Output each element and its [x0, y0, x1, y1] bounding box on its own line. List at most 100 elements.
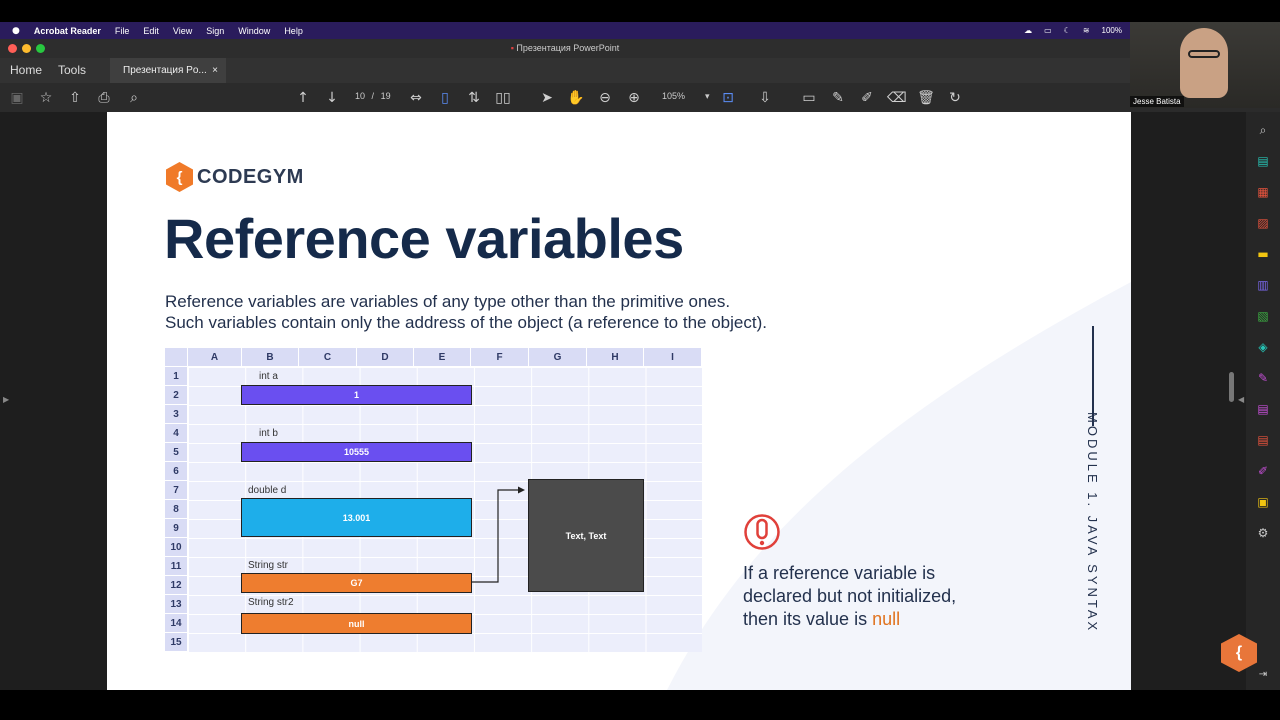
window-title: Презентация PowerPoint — [516, 43, 620, 53]
menu-help[interactable]: Help — [284, 26, 303, 36]
grid-col-header: H — [587, 348, 644, 367]
grid-col-header: I — [644, 348, 702, 367]
grid-row-header: 9 — [165, 519, 188, 538]
tab-tools[interactable]: Tools — [58, 63, 86, 77]
send-for-review-icon[interactable]: ✐ — [1255, 463, 1271, 479]
undo-icon[interactable]: ↻ — [946, 89, 964, 107]
next-page-icon[interactable]: ↓ — [323, 89, 341, 107]
delete-icon[interactable]: 🗑 — [917, 89, 935, 107]
label-string-str: String str — [248, 560, 289, 571]
zoom-select[interactable]: 105% ▾ — [662, 91, 710, 102]
codegym-logo-mark: { — [166, 162, 193, 192]
search-icon[interactable]: ⌕ — [125, 89, 143, 107]
close-window-button[interactable] — [8, 44, 17, 53]
page-fit-icon[interactable]: ⊡ — [719, 89, 737, 107]
toolbar: ▣ ☆ ⇧ ⎙ ⌕ ↑ ↓ 10 / 19 ⇔ ▯ ⇅ ▯▯ ➤ ✋ ⊖ ⊕ 1… — [0, 83, 1280, 112]
wifi-icon[interactable]: ≋ — [1083, 26, 1090, 35]
select-cursor-icon[interactable]: ➤ — [538, 89, 556, 107]
grid-col-header: A — [188, 348, 242, 367]
zoom-window-button[interactable] — [36, 44, 45, 53]
grid-row-header: 8 — [165, 500, 188, 519]
null-keyword: null — [872, 609, 901, 629]
menu-file[interactable]: File — [115, 26, 130, 36]
two-page-icon[interactable]: ▯▯ — [494, 89, 512, 107]
page-separator: / — [371, 91, 375, 101]
mac-menu-bar: ● Acrobat Reader File Edit View Sign Win… — [0, 22, 1130, 39]
scrollbar-thumb[interactable] — [1229, 372, 1234, 402]
warning-icon — [744, 514, 780, 550]
stamp-icon[interactable]: ▣ — [1255, 494, 1271, 510]
slide-title: Reference variables — [164, 207, 684, 270]
presenter-name: Jesse Batista — [1130, 96, 1184, 107]
value-bar-int-b: 10555 — [241, 442, 472, 462]
request-signature-icon[interactable]: ▤ — [1255, 401, 1271, 417]
draw-icon[interactable]: ✐ — [858, 89, 876, 107]
erase-icon[interactable]: ⌫ — [887, 89, 907, 107]
battery-label[interactable]: 100% — [1102, 26, 1122, 35]
zoom-search-icon[interactable]: ⌕ — [1255, 122, 1271, 138]
zoom-out-icon[interactable]: ⊖ — [596, 89, 614, 107]
collapse-panel-icon[interactable]: ⇥ — [1255, 667, 1271, 683]
menu-window[interactable]: Window — [238, 26, 270, 36]
null-note: If a reference variable is declared but … — [743, 562, 973, 631]
tab-document-label: Презентация Po... — [123, 65, 207, 76]
protect-icon[interactable]: ◈ — [1255, 339, 1271, 355]
menu-edit[interactable]: Edit — [143, 26, 159, 36]
upload-cloud-icon[interactable]: ⇧ — [66, 89, 84, 107]
edit-pdf-icon[interactable]: ▤ — [1255, 153, 1271, 169]
slide-description-line-1: Reference variables are variables of any… — [165, 292, 731, 311]
right-panel-toggle-icon[interactable]: ◀ — [1238, 395, 1244, 404]
grid-row-header: 12 — [165, 576, 188, 595]
right-tools-panel: ⌕ ▤ ▦ ▨ ▬ ▥ ▧ ◈ ✎ ▤ ▤ ✐ ▣ ⚙ ⇥ — [1246, 112, 1280, 690]
minimize-window-button[interactable] — [22, 44, 31, 53]
grid-row-header: 1 — [165, 367, 188, 386]
value-bar-string-str2: null — [241, 613, 472, 634]
webcam-feed: Jesse Batista — [1130, 22, 1280, 108]
page-indicator[interactable]: 10 / 19 — [355, 91, 391, 101]
tab-document[interactable]: Презентация Po... × — [110, 58, 226, 83]
comment-icon[interactable]: ▭ — [800, 89, 818, 107]
display-icon[interactable]: ▭ — [1044, 26, 1052, 35]
read-mode-icon[interactable]: ⇩ — [756, 89, 774, 107]
moon-icon[interactable]: ☾ — [1064, 26, 1071, 35]
cloud-icon[interactable]: ☁ — [1024, 26, 1032, 35]
combine-files-icon[interactable]: ▥ — [1255, 277, 1271, 293]
print-icon[interactable]: ⎙ — [95, 89, 113, 107]
grid-row-header: 3 — [165, 405, 188, 424]
grid-row-header: 15 — [165, 633, 188, 652]
scrolling-icon[interactable]: ⇅ — [465, 89, 483, 107]
fit-width-icon[interactable]: ⇔ — [407, 89, 425, 107]
value-bar-double-d: 13.001 — [241, 498, 472, 537]
apple-menu-icon[interactable]: ● — [12, 26, 20, 36]
grid-row-header: 5 — [165, 443, 188, 462]
compress-icon[interactable]: ▧ — [1255, 308, 1271, 324]
close-tab-icon[interactable]: × — [212, 58, 218, 83]
zoom-value[interactable]: 105% — [662, 91, 685, 101]
label-int-a: int a — [259, 371, 278, 382]
left-panel-toggle-icon[interactable]: ▶ — [3, 395, 9, 404]
grid-row-header: 13 — [165, 595, 188, 614]
menu-sign[interactable]: Sign — [206, 26, 224, 36]
previous-page-icon[interactable]: ↑ — [294, 89, 312, 107]
prepare-form-icon[interactable]: ▤ — [1255, 432, 1271, 448]
star-icon[interactable]: ☆ — [37, 89, 55, 107]
highlight-icon[interactable]: ✎ — [829, 89, 847, 107]
grid-col-header: G — [529, 348, 587, 367]
menu-app-name[interactable]: Acrobat Reader — [34, 26, 101, 36]
export-pdf-icon[interactable]: ▨ — [1255, 215, 1271, 231]
single-page-icon[interactable]: ▯ — [436, 89, 454, 107]
tab-home[interactable]: Home — [10, 63, 42, 77]
grid-row-header: 11 — [165, 557, 188, 576]
hand-tool-icon[interactable]: ✋ — [567, 89, 585, 107]
grid-col-header: E — [414, 348, 471, 367]
save-icon[interactable]: ▣ — [8, 89, 26, 107]
value-bar-int-a: 1 — [241, 385, 472, 405]
pdf-file-icon: ▪ — [510, 43, 514, 53]
page-current[interactable]: 10 — [355, 91, 365, 101]
organize-pages-icon[interactable]: ▦ — [1255, 184, 1271, 200]
more-tools-icon[interactable]: ⚙ — [1255, 525, 1271, 541]
menu-view[interactable]: View — [173, 26, 192, 36]
zoom-in-icon[interactable]: ⊕ — [625, 89, 643, 107]
fill-sign-icon[interactable]: ✎ — [1255, 370, 1271, 386]
comment-tool-icon[interactable]: ▬ — [1255, 246, 1271, 262]
